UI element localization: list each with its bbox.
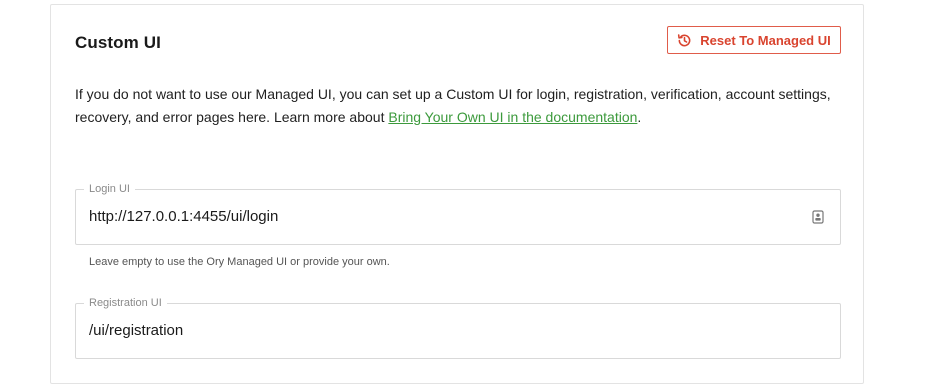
reset-to-managed-ui-button[interactable]: Reset To Managed UI <box>667 26 841 54</box>
login-ui-input[interactable]: http://127.0.0.1:4455/ui/login <box>89 208 278 225</box>
login-ui-label: Login UI <box>84 182 135 196</box>
registration-ui-field[interactable]: Registration UI /ui/registration <box>75 296 841 359</box>
contact-card-icon[interactable] <box>812 210 824 224</box>
section-description: If you do not want to use our Managed UI… <box>75 83 845 128</box>
description-end: . <box>637 108 642 125</box>
history-icon <box>677 33 692 48</box>
registration-ui-input[interactable]: /ui/registration <box>89 322 183 339</box>
documentation-link[interactable]: Bring Your Own UI in the documentation <box>388 109 637 125</box>
reset-button-label: Reset To Managed UI <box>700 32 831 48</box>
section-title: Custom UI <box>75 33 161 52</box>
login-ui-field[interactable]: Login UI http://127.0.0.1:4455/ui/login <box>75 182 841 245</box>
registration-ui-label: Registration UI <box>84 296 167 310</box>
custom-ui-card: Custom UI Reset To Managed UI If you do … <box>50 4 864 384</box>
login-ui-helper-text: Leave empty to use the Ory Managed UI or… <box>89 256 390 268</box>
